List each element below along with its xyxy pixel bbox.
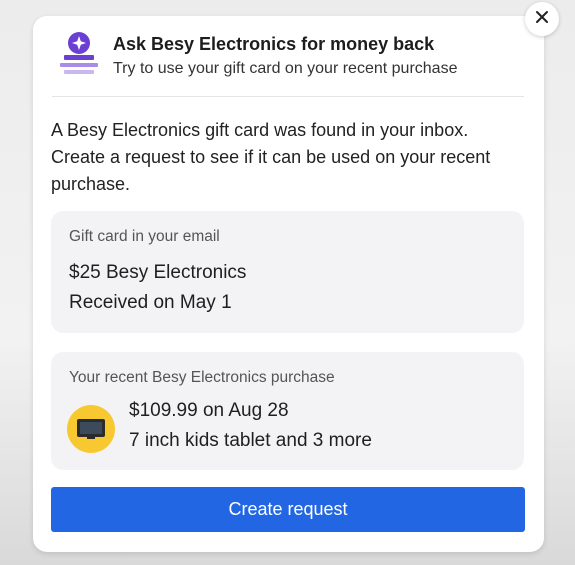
dialog-title: Ask Besy Electronics for money back (113, 34, 435, 54)
recent-purchase-box: Your recent Besy Electronics purchase $1… (51, 352, 524, 470)
close-button[interactable] (525, 2, 559, 36)
refund-dialog: Ask Besy Electronics for money back Try … (33, 16, 544, 552)
dialog-subtitle: Try to use your gift card on your recent… (113, 60, 458, 77)
gift-card-label: Gift card in your email (69, 228, 220, 245)
recent-purchase-label: Your recent Besy Electronics purchase (69, 369, 335, 386)
dialog-header: Ask Besy Electronics for money back Try … (52, 28, 524, 97)
purchase-items: 7 inch kids tablet and 3 more (129, 430, 372, 451)
purchase-price-date: $109.99 on Aug 28 (129, 400, 289, 421)
gift-card-amount: $25 Besy Electronics (69, 262, 247, 283)
gift-card-received-date: Received on May 1 (69, 292, 232, 313)
tablet-icon (67, 405, 115, 453)
gift-card-box: Gift card in your email $25 Besy Electro… (51, 211, 524, 333)
create-request-button[interactable]: Create request (51, 487, 525, 532)
refund-request-icon (58, 30, 100, 78)
close-icon (535, 10, 549, 29)
gift-card-message: A Besy Electronics gift card was found i… (51, 120, 491, 194)
